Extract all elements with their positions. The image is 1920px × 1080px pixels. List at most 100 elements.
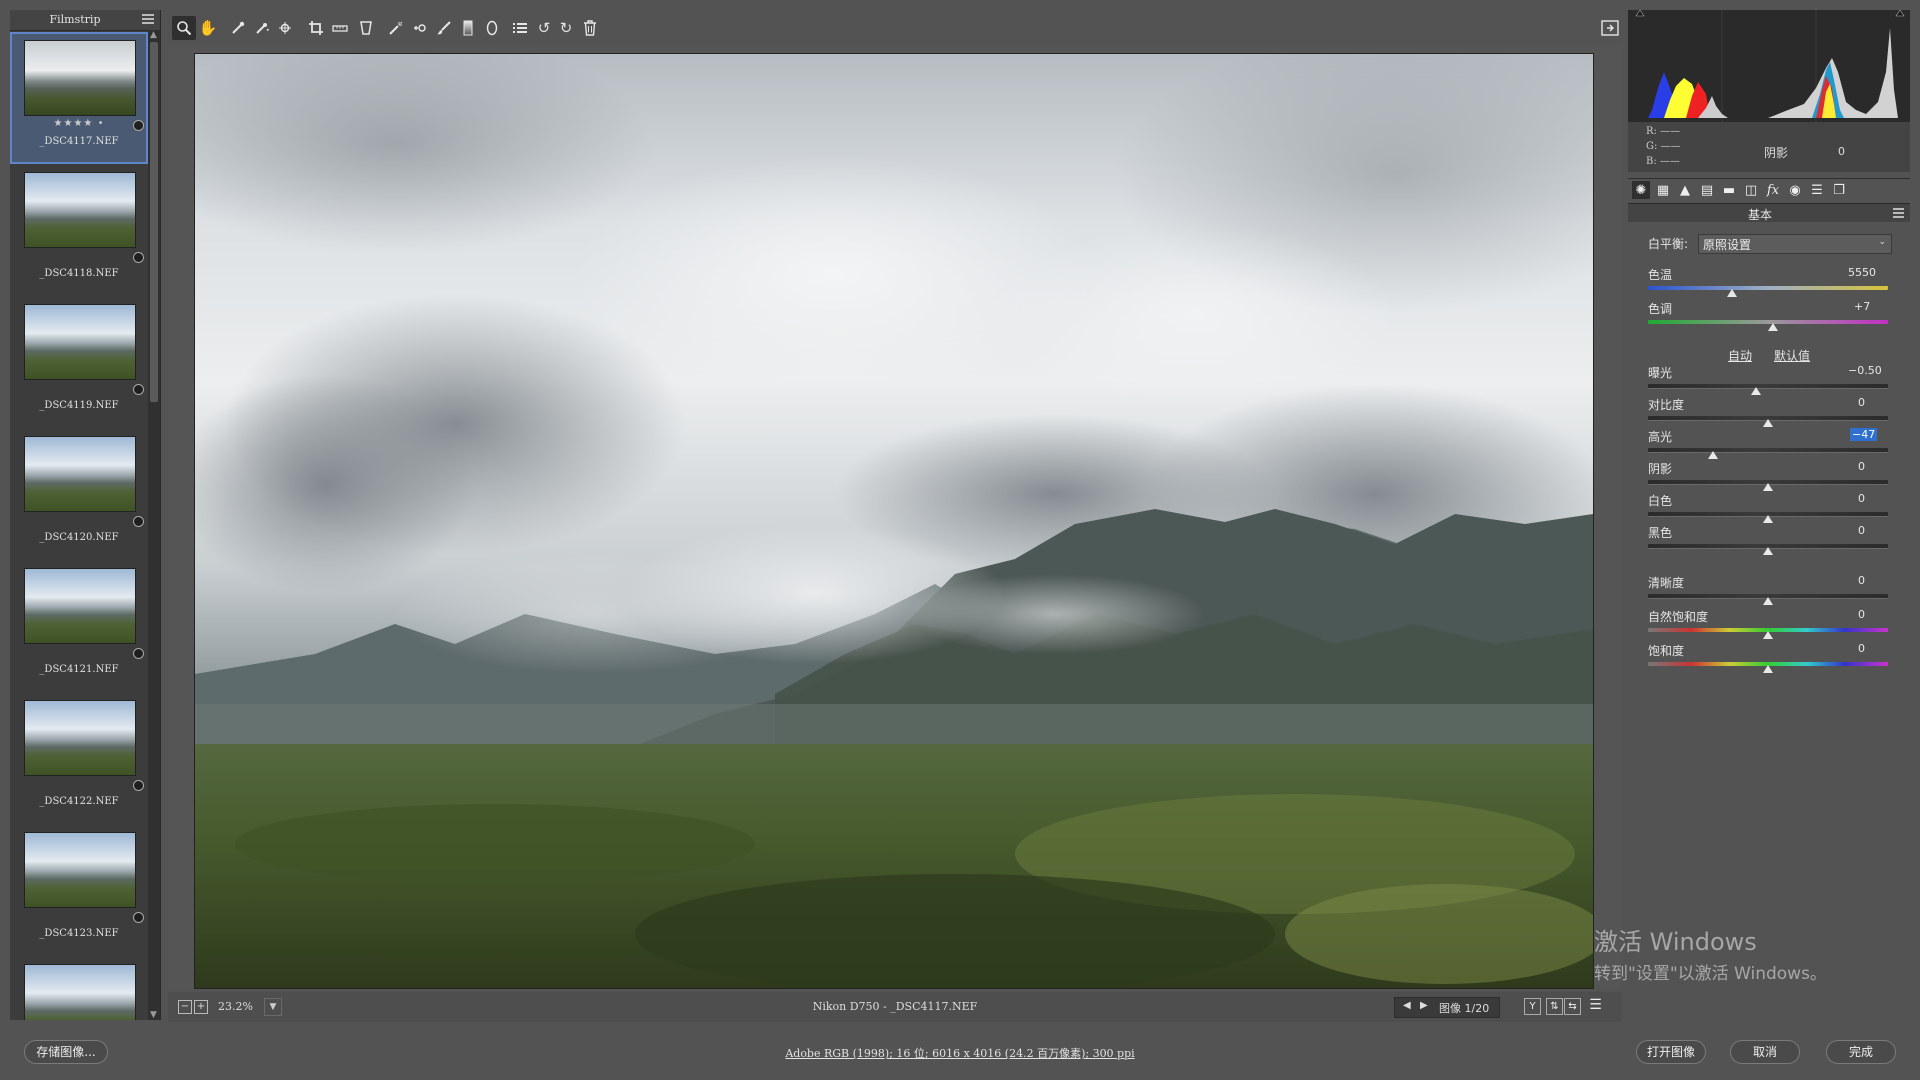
detail-tab-icon[interactable]: ▲ <box>1676 181 1694 199</box>
filmstrip-item[interactable] <box>10 956 148 1020</box>
exposure-slider[interactable] <box>1648 384 1888 389</box>
color-sampler-tool-icon[interactable] <box>250 16 274 40</box>
exposure-value[interactable]: −0.50 <box>1848 364 1882 377</box>
swap-settings-icon[interactable]: ⇅ <box>1546 998 1563 1015</box>
white-balance-select[interactable]: 原照设置 ⌄ <box>1698 234 1892 254</box>
whites-value[interactable]: 0 <box>1858 492 1865 505</box>
star-rating[interactable]: ★★★★ • <box>10 118 148 129</box>
blacks-value[interactable]: 0 <box>1858 524 1865 537</box>
zoom-tool-icon[interactable] <box>172 16 196 40</box>
filmstrip-item[interactable]: _DSC4123.NEF <box>10 824 148 956</box>
vibrance-slider-thumb[interactable] <box>1763 631 1773 639</box>
clarity-slider-thumb[interactable] <box>1763 597 1773 605</box>
open-image-button[interactable]: 打开图像 <box>1636 1040 1706 1064</box>
saturation-value[interactable]: 0 <box>1858 642 1865 655</box>
saturation-slider-thumb[interactable] <box>1763 665 1773 673</box>
lens-corrections-tab-icon[interactable]: ◫ <box>1742 181 1760 199</box>
transform-tool-icon[interactable] <box>354 16 378 40</box>
contrast-value[interactable]: 0 <box>1858 396 1865 409</box>
adjusted-badge-icon <box>133 516 144 527</box>
exposure-slider-thumb[interactable] <box>1751 387 1761 395</box>
photo-preview[interactable] <box>194 53 1594 989</box>
before-after-view-icon[interactable]: Y <box>1524 998 1541 1015</box>
readout-parameter-name: 阴影 <box>1764 146 1789 160</box>
temperature-slider[interactable] <box>1648 286 1888 290</box>
presets-tab-icon[interactable]: ☰ <box>1808 181 1826 199</box>
workflow-options-link[interactable]: Adobe RGB (1998); 16 位; 6016 x 4016 (24.… <box>0 1045 1920 1061</box>
image-counter: 图像 1/20 <box>1439 1002 1490 1015</box>
shadows-value[interactable]: 0 <box>1858 460 1865 473</box>
tint-value[interactable]: +7 <box>1854 300 1870 313</box>
white-balance-tool-icon[interactable] <box>226 16 250 40</box>
spot-removal-tool-icon[interactable] <box>384 16 408 40</box>
shadows-slider-thumb[interactable] <box>1763 483 1773 491</box>
scroll-down-icon[interactable]: ▼ <box>150 1010 157 1020</box>
filmstrip-menu-icon[interactable] <box>142 14 154 24</box>
clarity-value[interactable]: 0 <box>1858 574 1865 587</box>
highlights-slider-thumb[interactable] <box>1707 451 1718 459</box>
default-link[interactable]: 默认值 <box>1774 347 1810 364</box>
shadows-label: 阴影 <box>1648 462 1673 476</box>
panel-menu-icon[interactable] <box>1893 208 1904 220</box>
temperature-value[interactable]: 5550 <box>1848 266 1876 279</box>
filmstrip-item[interactable]: _DSC4118.NEF <box>10 164 148 296</box>
adjusted-badge-icon <box>133 120 144 131</box>
graduated-filter-tool-icon[interactable] <box>456 16 480 40</box>
cancel-button[interactable]: 取消 <box>1730 1040 1800 1064</box>
vibrance-value[interactable]: 0 <box>1858 608 1865 621</box>
radial-filter-tool-icon[interactable] <box>480 16 504 40</box>
scrollbar-thumb[interactable] <box>150 42 158 402</box>
filmstrip-item[interactable]: _DSC4122.NEF <box>10 692 148 824</box>
hand-tool-icon[interactable]: ✋ <box>196 16 220 40</box>
panel-header: 基本 <box>1628 203 1910 223</box>
basic-tab-aperture-icon[interactable]: ✺ <box>1632 181 1650 199</box>
tint-slider-thumb[interactable] <box>1767 323 1778 331</box>
previous-image-icon[interactable]: ◀ <box>1403 1000 1411 1011</box>
thumbnail-filename: _DSC4122.NEF <box>39 796 119 807</box>
bottom-bar: 存储图像... Adobe RGB (1998); 16 位; 6016 x 4… <box>0 1026 1920 1080</box>
next-image-icon[interactable]: ▶ <box>1420 1000 1428 1011</box>
highlights-value[interactable]: −47 <box>1850 428 1878 441</box>
auto-link[interactable]: 自动 <box>1728 347 1752 364</box>
filmstrip-item[interactable]: _DSC4121.NEF <box>10 560 148 692</box>
contrast-slider-thumb[interactable] <box>1763 419 1773 427</box>
preview-settings-icon[interactable]: ☰ <box>1588 998 1603 1013</box>
copy-settings-icon[interactable]: ⇆ <box>1564 998 1581 1015</box>
camera-calibration-tab-icon[interactable]: ◉ <box>1786 181 1804 199</box>
adjustment-brush-tool-icon[interactable] <box>432 16 456 40</box>
straighten-tool-icon[interactable] <box>328 16 352 40</box>
preferences-list-icon[interactable] <box>508 16 532 40</box>
filmstrip-item[interactable]: _DSC4120.NEF <box>10 428 148 560</box>
blacks-slider-thumb[interactable] <box>1763 547 1773 555</box>
vibrance-label: 自然饱和度 <box>1648 610 1709 624</box>
targeted-adjustment-tool-icon[interactable] <box>274 16 298 40</box>
effects-tab-fx-icon[interactable]: fx <box>1764 181 1782 199</box>
filmstrip-item[interactable]: _DSC4119.NEF <box>10 296 148 428</box>
rotate-right-icon[interactable]: ↻ <box>554 16 578 40</box>
panel-title: 基本 <box>1747 208 1772 222</box>
blacks-label: 黑色 <box>1648 526 1673 540</box>
red-eye-tool-icon[interactable] <box>408 16 432 40</box>
filmstrip-scrollbar[interactable]: ▲ ▼ <box>148 30 160 1020</box>
crop-tool-icon[interactable] <box>304 16 328 40</box>
scroll-up-icon[interactable]: ▲ <box>150 30 157 40</box>
rotate-left-icon[interactable]: ↺ <box>532 16 556 40</box>
done-button[interactable]: 完成 <box>1826 1040 1896 1064</box>
trash-icon[interactable] <box>578 16 602 40</box>
hsl-tab-icon[interactable]: ▤ <box>1698 181 1716 199</box>
windows-activation-watermark: 激活 Windows 转到"设置"以激活 Windows。 <box>1594 922 1920 984</box>
toggle-fullscreen-icon[interactable] <box>1598 16 1622 40</box>
filmstrip-title: Filmstrip <box>49 13 101 26</box>
temperature-slider-thumb[interactable] <box>1727 289 1737 297</box>
contrast-label: 对比度 <box>1648 398 1685 412</box>
snapshots-tab-icon[interactable]: ❐ <box>1830 181 1848 199</box>
highlights-slider[interactable] <box>1648 448 1888 453</box>
histogram-readout: R: —— G: —— B: —— 阴影 0 <box>1628 122 1910 172</box>
basic-panel: 白平衡: 原照设置 ⌄ 色温 5550 色调 +7 自动 默认值 曝光 −0.5… <box>1628 222 1910 1022</box>
whites-slider-thumb[interactable] <box>1763 515 1773 523</box>
tone-curve-tab-icon[interactable]: ▦ <box>1654 181 1672 199</box>
split-toning-tab-icon[interactable]: ▬ <box>1720 181 1738 199</box>
green-readout: G: —— <box>1646 141 1681 152</box>
thumbnail-filename: _DSC4117.NEF <box>39 136 119 147</box>
filmstrip-item[interactable]: ★★★★ • _DSC4117.NEF <box>10 32 148 164</box>
